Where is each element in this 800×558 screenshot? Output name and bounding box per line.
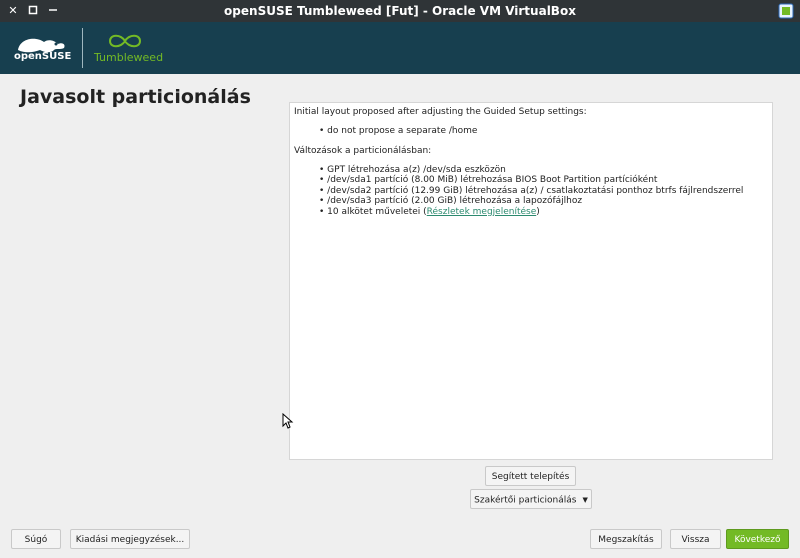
changes-list: GPT létrehozása a(z) /dev/sda eszközön /… (319, 165, 768, 218)
proposal-summary: Initial layout proposed after adjusting … (289, 102, 773, 460)
banner-divider (82, 28, 83, 68)
next-button[interactable]: Következő (726, 529, 789, 549)
list-item: /dev/sda3 partíció (2.00 GiB) létrehozás… (319, 196, 768, 207)
window-titlebar: ✕ openSUSE Tumbleweed [Fut] - Oracle VM … (0, 0, 800, 22)
guided-setup-button[interactable]: Segített telepítés (485, 466, 576, 486)
window-title: openSUSE Tumbleweed [Fut] - Oracle VM Vi… (224, 4, 576, 18)
changes-heading: Változások a particionálásban: (294, 146, 432, 156)
release-notes-button[interactable]: Kiadási megjegyzések... (70, 529, 190, 549)
list-item: do not propose a separate /home (319, 126, 768, 137)
back-button[interactable]: Vissza (670, 529, 721, 549)
subvolume-prefix: 10 alkötet műveletei ( (327, 206, 427, 217)
abort-button[interactable]: Megszakítás (590, 529, 662, 549)
expert-partitioner-label: Szakértői particionálás (474, 495, 577, 506)
intro-list: do not propose a separate /home (319, 126, 768, 137)
page-title: Javasolt particionálás (20, 86, 251, 108)
tumbleweed-logo-icon (108, 34, 142, 48)
help-button[interactable]: Súgó (11, 529, 61, 549)
brand-text: openSUSE (14, 51, 72, 62)
list-item: /dev/sda2 partíció (12.99 GiB) létrehozá… (319, 186, 768, 197)
list-item-subvolumes: 10 alkötet műveletei (Részletek megjelen… (319, 207, 768, 218)
product-text: Tumbleweed (94, 51, 164, 64)
proposal-intro: Initial layout proposed after adjusting … (294, 107, 587, 117)
virtualbox-icon (778, 3, 794, 19)
list-item: GPT létrehozása a(z) /dev/sda eszközön (319, 165, 768, 176)
expert-partitioner-button[interactable]: Szakértői particionálás ▼ (470, 489, 592, 509)
list-item: /dev/sda1 partíció (8.00 MiB) létrehozás… (319, 175, 768, 186)
subvolume-suffix: ) (536, 206, 540, 217)
header-banner: openSUSE Tumbleweed (0, 22, 800, 74)
caret-down-icon: ▼ (582, 496, 588, 504)
show-details-link[interactable]: Részletek megjelenítése (427, 207, 537, 217)
mouse-cursor-icon (282, 413, 294, 429)
